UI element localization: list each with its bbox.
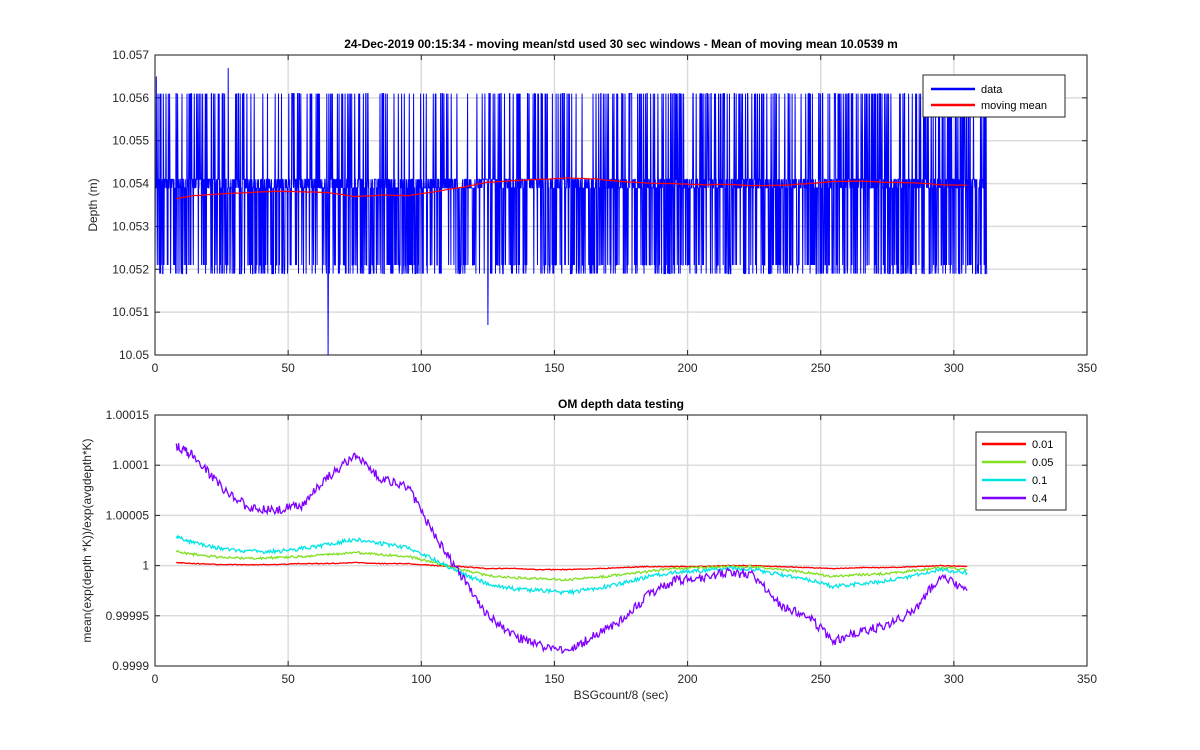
x-tick-label: 150: [544, 361, 564, 375]
y-tick-label: 0.9999: [112, 659, 149, 673]
y-tick-label: 10.056: [112, 91, 149, 105]
legend-label: 0.4: [1032, 493, 1047, 505]
y-tick-label: 10.054: [112, 177, 149, 191]
x-tick-label: 100: [411, 361, 431, 375]
y-tick-label: 1.00015: [106, 408, 150, 422]
y-tick-label: 10.053: [112, 219, 149, 233]
x-tick-label: 0: [152, 361, 159, 375]
y-axis-label: mean(exp(depth *K))/exp(avgdepth*K): [80, 438, 94, 642]
x-tick-label: 350: [1077, 672, 1097, 686]
legend-label: 0.1: [1032, 475, 1047, 487]
legend: data moving mean: [922, 74, 1066, 118]
x-tick-label: 300: [944, 672, 964, 686]
y-tick-label: 0.99995: [106, 609, 150, 623]
y-tick-label: 10.057: [112, 48, 149, 62]
x-tick-label: 50: [281, 672, 295, 686]
legend-label: 0.01: [1032, 439, 1053, 451]
y-tick-label: 10.05: [119, 348, 149, 362]
y-tick-label: 1.0001: [112, 458, 149, 472]
figure: 0 50 100 150 200 250 300 35010.0510.05110.05210…: [0, 0, 1200, 750]
y-tick-label: 1: [142, 559, 149, 573]
x-tick-label: 350: [1077, 361, 1097, 375]
y-axis-label: Depth (m): [86, 178, 100, 231]
y-tick-label: 10.052: [112, 262, 149, 276]
x-tick-label: 200: [678, 672, 698, 686]
y-tick-label: 10.051: [112, 305, 149, 319]
x-tick-label: 0: [152, 672, 159, 686]
x-axis-label: BSGcount/8 (sec): [574, 688, 669, 702]
x-tick-label: 50: [281, 361, 295, 375]
x-tick-label: 250: [811, 361, 831, 375]
legend-label: moving mean: [981, 100, 1047, 112]
legend-label: 0.05: [1032, 457, 1053, 469]
y-tick-label: 10.055: [112, 134, 149, 148]
x-tick-label: 100: [411, 672, 431, 686]
legend: 0.01 0.05 0.1 0.4: [975, 431, 1067, 511]
x-tick-label: 200: [678, 361, 698, 375]
legend-label: data: [981, 84, 1003, 96]
x-tick-label: 150: [544, 672, 564, 686]
y-tick-label: 1.00005: [106, 508, 150, 522]
x-tick-label: 250: [811, 672, 831, 686]
x-tick-label: 300: [944, 361, 964, 375]
chart-title: 24-Dec-2019 00:15:34 - moving mean/std u…: [344, 37, 898, 51]
chart-title: OM depth data testing: [558, 397, 684, 411]
